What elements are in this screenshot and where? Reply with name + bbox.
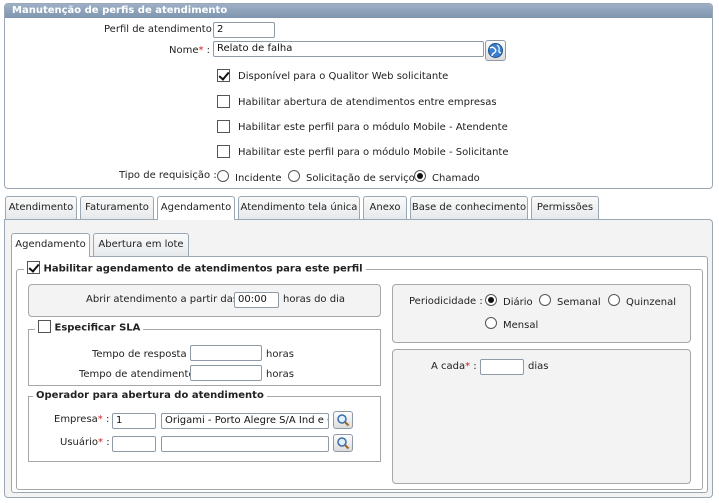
magnifier-icon: [337, 437, 350, 450]
radio-diario-label: Diário: [503, 297, 533, 308]
radio-quinzenal[interactable]: [608, 294, 620, 306]
radio-quinzenal-label: Quinzenal: [626, 297, 676, 308]
checkbox-qualitor-web-label: Disponível para o Qualitor Web solicitan…: [238, 71, 449, 82]
profile-panel: Manutenção de perfis de atendimento Perf…: [4, 3, 713, 189]
periodicidade-box: Periodicidade : Diário Semanal Quinzenal…: [392, 284, 691, 343]
checkbox-habilitar-agendamento[interactable]: [27, 261, 40, 274]
abrir-label: Abrir atendimento a partir das :: [86, 294, 245, 305]
required-mark: *: [98, 437, 104, 448]
checkbox-qualitor-web[interactable]: [217, 69, 230, 82]
required-mark: *: [198, 45, 204, 56]
subtab-content: Habilitar agendamento de atendimentos pa…: [11, 256, 708, 493]
tab-base-conhecimento[interactable]: Base de conhecimento: [410, 196, 528, 219]
tab-anexo[interactable]: Anexo: [363, 196, 407, 219]
radio-semanal-label: Semanal: [557, 297, 601, 308]
abrir-unit: horas do dia: [283, 294, 345, 305]
sla-legend: Especificar SLA: [35, 320, 144, 334]
tab-faturamento[interactable]: Faturamento: [80, 196, 154, 219]
tempo-atendimento-label: Tempo de atendimento :: [79, 369, 202, 380]
empresa-name-field[interactable]: Origami - Porto Alegre S/A Ind e Co: [161, 413, 329, 429]
tab-agendamento[interactable]: Agendamento: [157, 196, 235, 220]
globe-button[interactable]: [485, 40, 506, 61]
globe-icon: [488, 43, 503, 58]
radio-incidente-label: Incidente: [235, 173, 282, 184]
tempo-resposta-field[interactable]: [190, 345, 262, 361]
checkbox-especificar-sla[interactable]: [38, 320, 51, 333]
radio-semanal[interactable]: [539, 294, 551, 306]
radio-chamado[interactable]: [414, 170, 426, 182]
tempo-atendimento-unit: horas: [266, 369, 294, 380]
checkbox-entre-empresas-label: Habilitar abertura de atendimentos entre…: [238, 97, 497, 108]
required-mark: *: [465, 361, 471, 372]
tab-content: Agendamento Abertura em lote Habilitar a…: [4, 219, 713, 498]
checkbox-entre-empresas[interactable]: [217, 95, 230, 108]
subtab-agendamento[interactable]: Agendamento: [11, 233, 90, 257]
acada-field[interactable]: [480, 359, 524, 375]
panel-title: Manutenção de perfis de atendimento: [5, 4, 712, 18]
radio-mensal[interactable]: [485, 317, 497, 329]
tempo-resposta-unit: horas: [266, 349, 294, 360]
tab-atendimento-tela-unica[interactable]: Atendimento tela única: [238, 196, 360, 219]
checkbox-mobile-solicitante-label: Habilitar este perfil para o módulo Mobi…: [238, 147, 509, 158]
radio-incidente[interactable]: [217, 170, 229, 182]
abrir-time-field[interactable]: 00:00: [234, 292, 279, 308]
abrir-box: Abrir atendimento a partir das : 00:00 h…: [28, 284, 381, 317]
subtab-abertura-lote[interactable]: Abertura em lote: [93, 233, 189, 256]
radio-solicitacao-label: Solicitação de serviço: [306, 173, 415, 184]
perfil-field[interactable]: 2: [213, 22, 275, 38]
nome-label: Nome* :: [169, 45, 211, 56]
usuario-name-field[interactable]: [161, 436, 329, 452]
operador-fieldset: [28, 396, 381, 462]
required-mark: *: [97, 414, 103, 425]
periodicidade-label: Periodicidade :: [409, 296, 483, 307]
habilitar-legend: Habilitar agendamento de atendimentos pa…: [24, 261, 366, 275]
magnifier-icon: [337, 414, 350, 427]
usuario-label: Usuário* :: [60, 437, 110, 448]
acada-box: A cada* : dias: [392, 349, 691, 484]
usuario-search-button[interactable]: [333, 434, 353, 452]
acada-label: A cada* :: [431, 361, 477, 372]
tab-permissoes[interactable]: Permissões: [531, 196, 599, 219]
usuario-code-field[interactable]: [112, 436, 156, 452]
habilitar-label: Habilitar agendamento de atendimentos pa…: [43, 263, 363, 275]
empresa-label: Empresa* :: [54, 414, 110, 425]
nome-field[interactable]: Relato de falha: [213, 41, 484, 57]
acada-unit: dias: [528, 361, 549, 372]
tempo-resposta-label: Tempo de resposta :: [92, 349, 194, 360]
radio-solicitacao[interactable]: [288, 170, 300, 182]
radio-mensal-label: Mensal: [503, 320, 539, 331]
empresa-code-field[interactable]: 1: [112, 413, 156, 429]
radio-diario[interactable]: [485, 294, 497, 306]
tipo-requisicao-label: Tipo de requisição :: [119, 170, 217, 181]
checkbox-mobile-atendente[interactable]: [217, 120, 230, 133]
empresa-search-button[interactable]: [333, 411, 353, 429]
operador-legend: Operador para abertura do atendimento: [33, 390, 267, 401]
tempo-atendimento-field[interactable]: [190, 365, 262, 381]
tab-atendimento[interactable]: Atendimento: [5, 196, 77, 219]
sla-label: Especificar SLA: [54, 322, 141, 334]
checkbox-mobile-solicitante[interactable]: [217, 145, 230, 158]
radio-chamado-label: Chamado: [432, 173, 480, 184]
perfil-label: Perfil de atendimento :: [104, 24, 219, 35]
checkbox-mobile-atendente-label: Habilitar este perfil para o módulo Mobi…: [238, 122, 508, 133]
